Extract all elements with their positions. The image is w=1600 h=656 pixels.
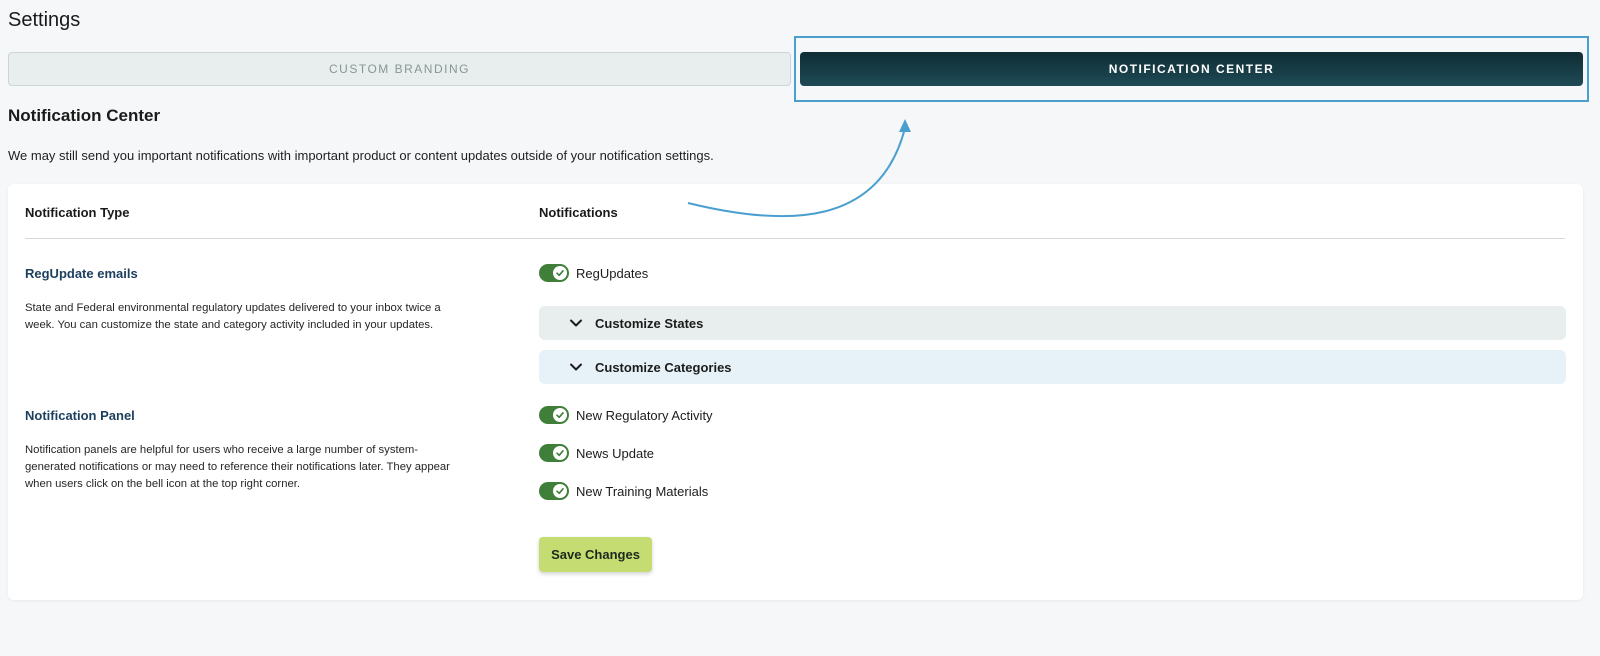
- tab-custom-branding[interactable]: CUSTOM BRANDING: [8, 52, 791, 86]
- page-title: Settings: [8, 9, 81, 31]
- save-changes-button[interactable]: Save Changes: [539, 537, 652, 572]
- toggle-news-update[interactable]: News Update: [539, 444, 654, 462]
- toggle-label: New Regulatory Activity: [576, 407, 713, 423]
- toggle-label: RegUpdates: [576, 265, 649, 281]
- section-description: We may still send you important notifica…: [8, 148, 714, 163]
- section-title: Notification Center: [8, 106, 161, 125]
- tab-notification-center[interactable]: NOTIFICATION CENTER: [800, 52, 1583, 86]
- notification-settings-card: Notification Type Notifications RegUpdat…: [8, 184, 1583, 600]
- check-icon: [553, 446, 567, 460]
- settings-tabs: CUSTOM BRANDING NOTIFICATION CENTER: [8, 52, 1583, 86]
- column-header-type: Notification Type: [25, 205, 130, 220]
- toggle-new-regulatory-activity[interactable]: New Regulatory Activity: [539, 406, 713, 424]
- toggle-label: New Training Materials: [576, 483, 709, 499]
- header-divider: [25, 238, 1565, 239]
- check-icon: [553, 408, 567, 422]
- toggle-switch[interactable]: [539, 264, 569, 282]
- regupdate-emails-title: RegUpdate emails: [25, 266, 138, 281]
- accordion-label: Customize States: [595, 315, 704, 331]
- toggle-switch[interactable]: [539, 482, 569, 500]
- notification-panel-title: Notification Panel: [25, 408, 135, 423]
- chevron-down-icon: [569, 362, 583, 372]
- toggle-regupdates[interactable]: RegUpdates: [539, 264, 648, 282]
- toggle-label: News Update: [576, 445, 655, 461]
- toggle-switch[interactable]: [539, 444, 569, 462]
- accordion-customize-categories[interactable]: Customize Categories: [539, 350, 1566, 384]
- accordion-customize-states[interactable]: Customize States: [539, 306, 1566, 340]
- regupdate-emails-description: State and Federal environmental regulato…: [25, 302, 441, 331]
- accordion-label: Customize Categories: [595, 359, 732, 375]
- column-header-notifications: Notifications: [539, 205, 618, 220]
- toggle-switch[interactable]: [539, 406, 569, 424]
- notification-panel-description: Notification panels are helpful for user…: [25, 444, 450, 490]
- check-icon: [553, 484, 567, 498]
- chevron-down-icon: [569, 318, 583, 328]
- check-icon: [553, 266, 567, 280]
- toggle-new-training-materials[interactable]: New Training Materials: [539, 482, 708, 500]
